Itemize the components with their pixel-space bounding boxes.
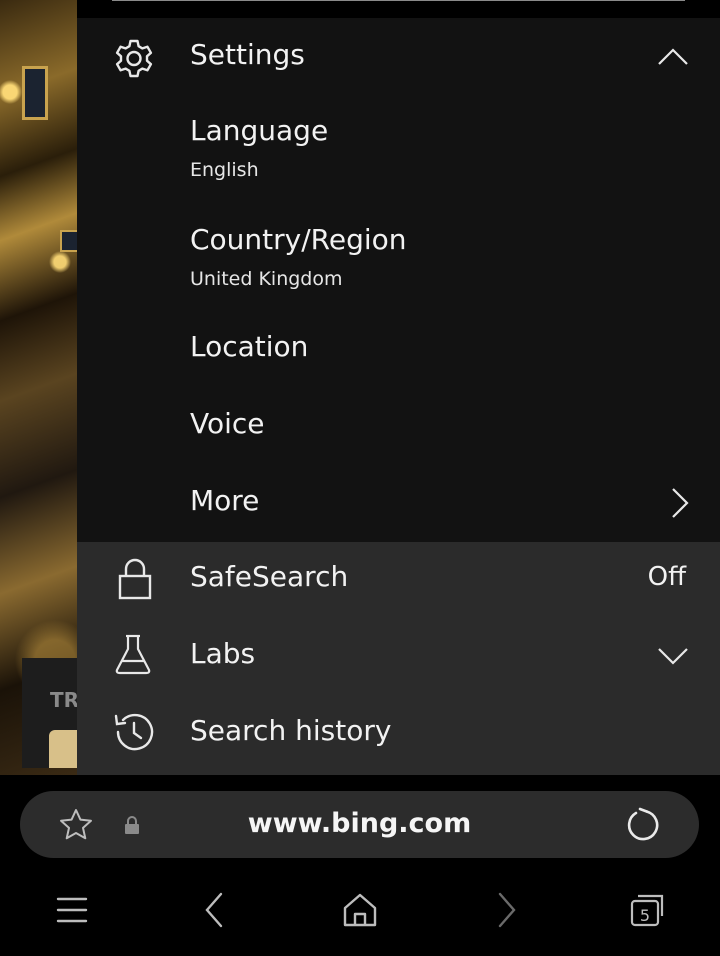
voice-label: Voice [190,407,265,440]
search-history-item[interactable]: Search history [77,696,720,768]
background-page: TR [0,0,80,775]
search-history-label: Search history [190,714,392,747]
flask-icon [111,632,155,676]
address-bar[interactable]: www.bing.com [20,791,699,858]
background-window [22,66,48,120]
settings-item-voice[interactable]: Voice [77,395,720,465]
tab-count: 5 [640,906,650,925]
background-card: TR [22,658,80,768]
labs-item[interactable]: Labs [77,619,720,691]
chevron-up-icon[interactable] [657,42,689,74]
reload-icon[interactable] [625,807,661,843]
forward-icon[interactable] [486,890,526,930]
settings-item-language[interactable]: Language English [77,98,720,198]
more-label: More [190,484,260,517]
home-icon[interactable] [340,890,380,930]
menu-drawer: Settings Language English Country/Region… [77,0,720,775]
menu-icon[interactable] [52,890,92,930]
country-region-label: Country/Region [190,223,407,256]
bottom-navigation: 5 [0,870,720,956]
language-value: English [190,159,259,181]
back-icon[interactable] [195,890,235,930]
chevron-right-icon [663,487,695,519]
safesearch-value: Off [647,562,686,592]
location-label: Location [190,330,309,363]
tabs-icon[interactable]: 5 [628,890,668,930]
labs-label: Labs [190,637,256,670]
settings-header[interactable]: Settings [77,18,720,98]
chevron-down-icon[interactable] [657,639,689,671]
settings-item-location[interactable]: Location [77,318,720,388]
lock-icon [113,556,157,600]
background-card-text: TR [50,688,80,712]
settings-item-country-region[interactable]: Country/Region United Kingdom [77,208,720,308]
settings-item-more[interactable]: More [77,472,720,542]
safesearch-item[interactable]: SafeSearch Off [77,542,720,614]
menu-section: SafeSearch Off Labs Search history [77,542,720,775]
settings-section: Settings Language English Country/Region… [77,0,720,542]
country-region-value: United Kingdom [190,268,343,290]
settings-label: Settings [190,38,305,71]
gear-icon [112,37,156,81]
url-text[interactable]: www.bing.com [20,808,699,839]
background-window [60,230,77,252]
background-card-thumbnail [49,730,77,768]
divider [112,0,685,1]
history-icon [112,710,156,754]
safesearch-label: SafeSearch [190,560,349,593]
language-label: Language [190,114,329,147]
